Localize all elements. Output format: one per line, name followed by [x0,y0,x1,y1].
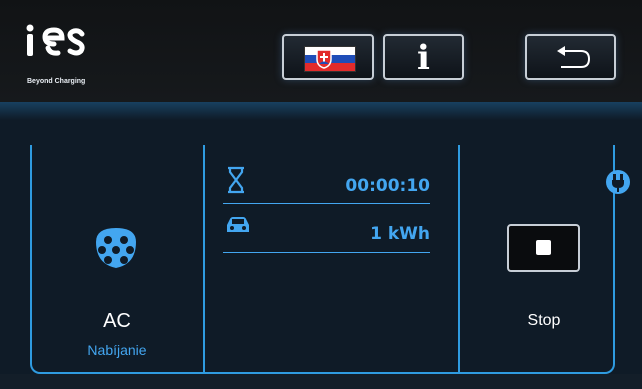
bottom-strip [0,374,642,389]
stop-label: Stop [527,312,561,329]
info-icon: i [417,38,430,78]
energy-value: 1 kWh [370,224,430,244]
header-glow [0,102,642,120]
plug-icon [606,170,630,194]
stop-square-icon [536,240,551,255]
ies-logo-mark [26,24,85,56]
duration-value: 00:00:10 [345,176,430,196]
logo-tagline: Beyond Charging [27,78,86,85]
stat-separator [223,252,430,253]
back-button[interactable] [525,34,616,80]
panel-divider-left [203,145,205,374]
car-icon [227,217,249,232]
flag-slovakia-icon [304,46,356,72]
connector-type-label: AC [103,310,131,332]
stat-separator [223,203,430,204]
info-button[interactable]: i [383,34,464,80]
type2-connector-icon [96,228,136,268]
stop-button[interactable] [507,224,580,272]
back-arrow-icon [557,46,591,68]
ies-logo: Beyond Charging [24,22,114,92]
language-button[interactable] [282,34,374,80]
charging-status-label: Nabíjanie [87,342,147,358]
hourglass-icon [228,166,244,194]
panel-divider-right [458,145,460,374]
